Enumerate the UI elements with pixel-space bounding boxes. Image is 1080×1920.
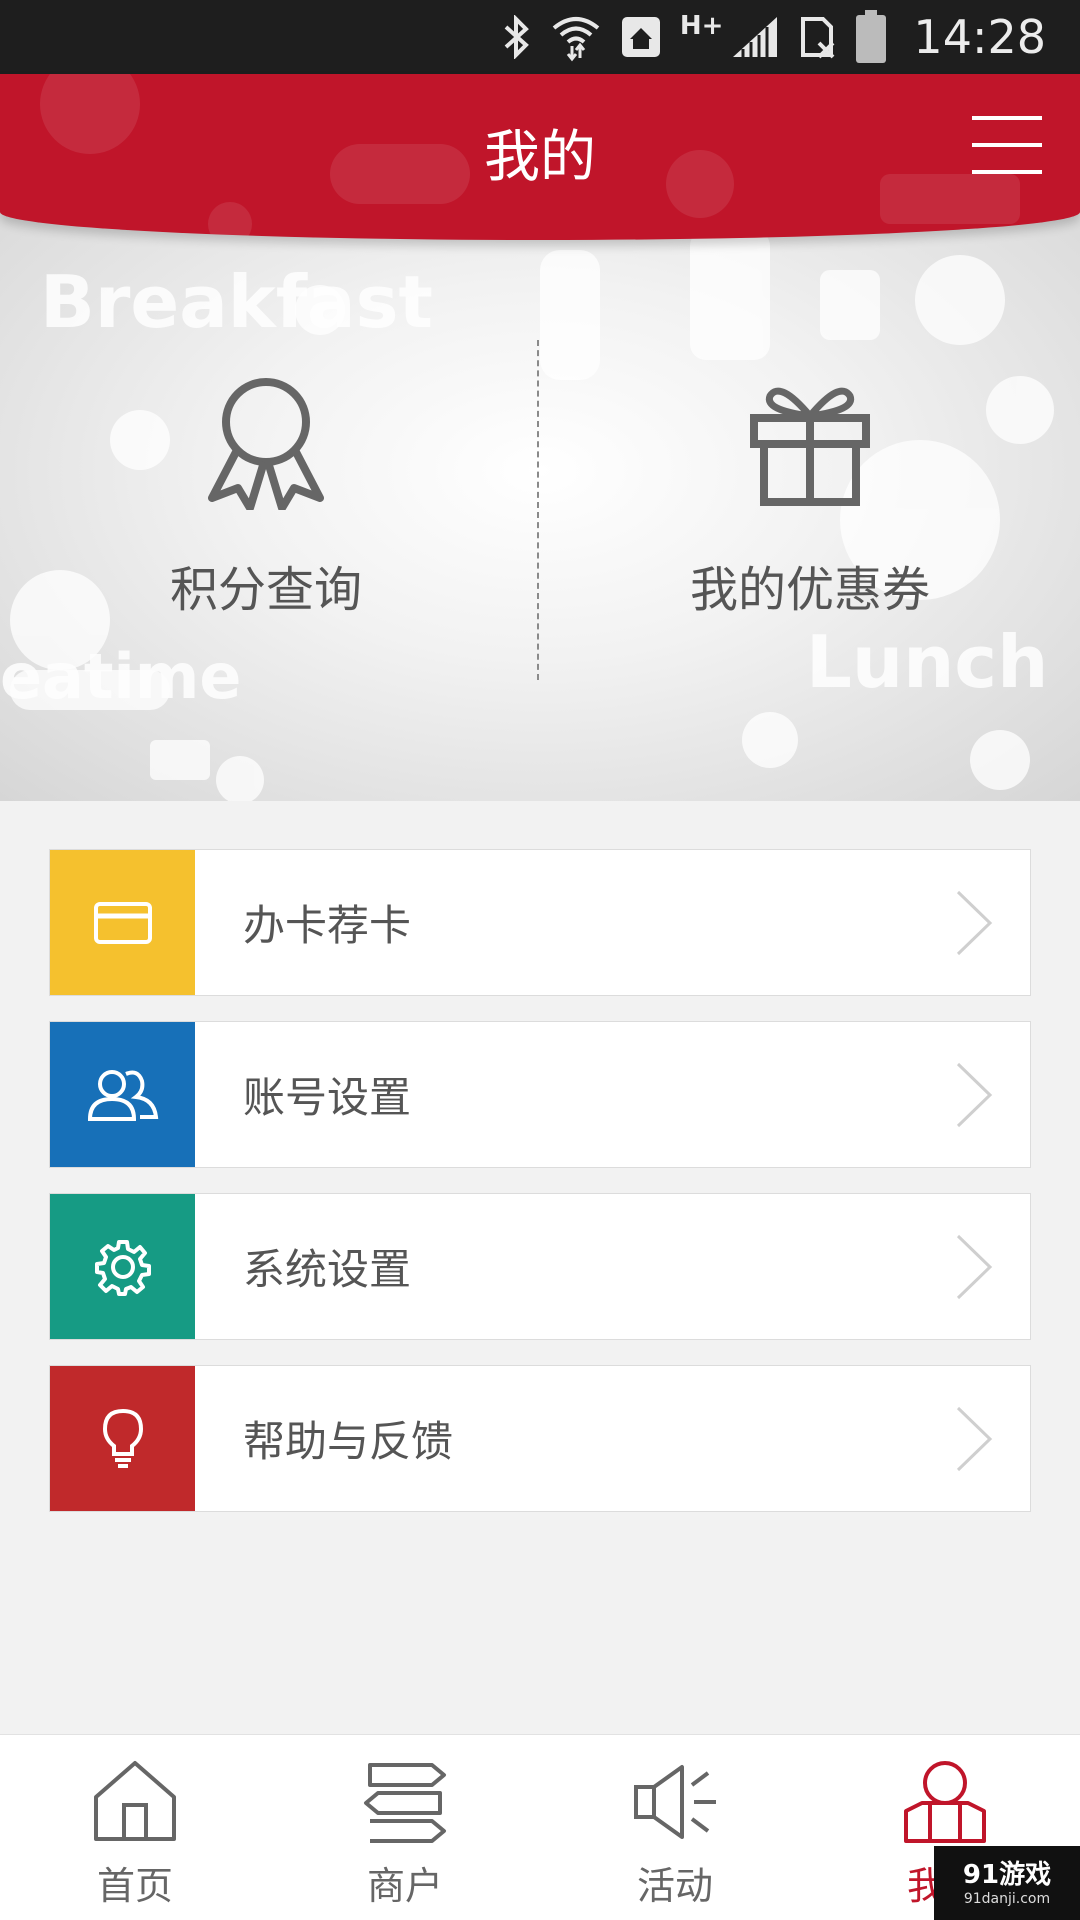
banner-divider bbox=[537, 340, 539, 680]
clock: 14:28 bbox=[913, 10, 1046, 64]
header: 我的 bbox=[0, 74, 1080, 240]
menu-item-label: 帮助与反馈 bbox=[243, 1417, 454, 1466]
chevron-right-icon bbox=[956, 1234, 993, 1299]
menu-icon-bar bbox=[972, 170, 1042, 174]
points-query-label: 积分查询 bbox=[169, 562, 362, 618]
menu-tile-card bbox=[50, 850, 195, 995]
bottom-navigation: 首页 商户 活动 我的 bbox=[0, 1734, 1080, 1920]
my-coupons-card[interactable]: 我的优惠券 bbox=[610, 370, 1010, 630]
menu-item-label: 办卡荐卡 bbox=[243, 901, 412, 950]
settings-menu-list: 办卡荐卡 账号设置 系统设置 帮助与反馈 bbox=[49, 849, 1031, 1537]
status-icons: H+ 14:28 bbox=[502, 0, 1046, 74]
megaphone-icon bbox=[634, 1765, 716, 1839]
home-icon bbox=[94, 1761, 176, 1841]
chevron-right-icon bbox=[956, 1406, 993, 1471]
background-word: Breakfast bbox=[40, 260, 433, 344]
gear-icon bbox=[94, 1239, 151, 1296]
nav-item-home[interactable]: 首页 bbox=[0, 1735, 270, 1920]
site-watermark: 91游戏 91danji.com bbox=[934, 1846, 1080, 1920]
profile-banner: Breakfast Lunch eatime 积分查询 我的优惠券 bbox=[0, 200, 1080, 801]
menu-button[interactable] bbox=[972, 116, 1042, 178]
no-sim-icon bbox=[801, 17, 835, 59]
menu-icon-bar bbox=[972, 116, 1042, 120]
lightbulb-icon bbox=[102, 1408, 143, 1468]
nav-label: 首页 bbox=[96, 1864, 173, 1908]
menu-item-system-settings[interactable]: 系统设置 bbox=[49, 1193, 1031, 1340]
network-type: H+ bbox=[679, 11, 724, 41]
menu-icon-bar bbox=[972, 143, 1042, 147]
profile-icon bbox=[904, 1761, 986, 1843]
menu-item-label: 账号设置 bbox=[243, 1073, 412, 1122]
bluetooth-icon bbox=[504, 15, 529, 59]
signal-icon bbox=[733, 17, 778, 57]
users-icon bbox=[87, 1069, 158, 1121]
chevron-right-icon bbox=[956, 890, 993, 955]
nav-label: 商户 bbox=[366, 1864, 443, 1908]
menu-item-label: 系统设置 bbox=[243, 1245, 412, 1294]
menu-item-help-feedback[interactable]: 帮助与反馈 bbox=[49, 1365, 1031, 1512]
gift-icon bbox=[750, 387, 870, 506]
menu-tile-help bbox=[50, 1366, 195, 1511]
nav-item-merchants[interactable]: 商户 bbox=[270, 1735, 540, 1920]
background-word: Lunch bbox=[806, 620, 1049, 704]
my-coupons-label: 我的优惠券 bbox=[689, 562, 930, 618]
menu-item-account-settings[interactable]: 账号设置 bbox=[49, 1021, 1031, 1168]
card-icon bbox=[93, 901, 152, 944]
wifi-icon bbox=[552, 17, 600, 62]
menu-tile-account bbox=[50, 1022, 195, 1167]
watermark-sub: 91danji.com bbox=[963, 1891, 1051, 1907]
menu-tile-system bbox=[50, 1194, 195, 1339]
points-query-card[interactable]: 积分查询 bbox=[66, 370, 466, 630]
award-ribbon-icon bbox=[208, 378, 324, 512]
menu-item-card-apply[interactable]: 办卡荐卡 bbox=[49, 849, 1031, 996]
nav-label: 活动 bbox=[636, 1864, 713, 1908]
page-title: 我的 bbox=[484, 125, 596, 190]
home-status-icon bbox=[621, 17, 660, 57]
nav-item-activities[interactable]: 活动 bbox=[540, 1735, 810, 1920]
watermark-main: 91游戏 bbox=[962, 1860, 1052, 1890]
signpost-icon bbox=[364, 1763, 446, 1843]
background-word: eatime bbox=[0, 640, 242, 713]
battery-icon bbox=[856, 10, 887, 63]
chevron-right-icon bbox=[956, 1062, 993, 1127]
status-bar: H+ 14:28 bbox=[0, 0, 1080, 74]
